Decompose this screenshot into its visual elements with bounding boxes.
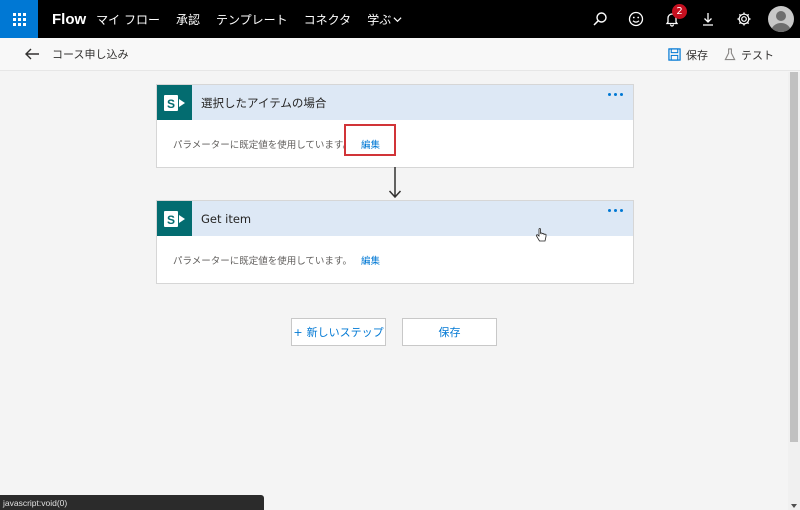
trigger-card-header[interactable]: S 選択したアイテムの場合 bbox=[157, 85, 633, 120]
connector-arrow-icon bbox=[388, 167, 402, 199]
action-card-body: パラメーターに既定値を使用しています。 編集 bbox=[157, 236, 633, 283]
back-arrow-icon bbox=[25, 48, 39, 60]
action-card: S Get item パラメーターに既定値を使用しています。 編集 bbox=[156, 200, 634, 284]
default-params-text: パラメーターに既定値を使用しています。 bbox=[173, 139, 352, 151]
new-step-button[interactable]: + 新しいステップ bbox=[291, 318, 386, 346]
more-options-icon[interactable] bbox=[608, 209, 623, 212]
highlight-box bbox=[344, 124, 396, 156]
scroll-down-arrow-icon[interactable] bbox=[791, 504, 797, 508]
search-button[interactable] bbox=[582, 0, 618, 38]
toolbar-test-button[interactable]: テスト bbox=[724, 47, 774, 63]
sharepoint-icon: S bbox=[157, 85, 192, 120]
nav-learn[interactable]: 学ぶ bbox=[367, 11, 402, 28]
avatar bbox=[768, 6, 794, 32]
nav-templates[interactable]: テンプレート bbox=[216, 11, 288, 28]
trigger-card-title: 選択したアイテムの場合 bbox=[201, 95, 327, 110]
trigger-card-body: パラメーターに既定値を使用しています。 編集 bbox=[157, 120, 633, 167]
nav-learn-label: 学ぶ bbox=[367, 12, 392, 27]
gear-icon bbox=[737, 12, 751, 26]
app-launcher-button[interactable] bbox=[0, 0, 38, 38]
save-icon bbox=[668, 48, 681, 61]
nav-my-flows[interactable]: マイ フロー bbox=[96, 11, 160, 28]
notifications-button[interactable]: 2 bbox=[654, 0, 690, 38]
toolbar-save-label: 保存 bbox=[686, 48, 708, 62]
svg-text:S: S bbox=[166, 213, 174, 227]
new-step-label: 新しいステップ bbox=[306, 326, 384, 339]
notification-badge: 2 bbox=[672, 4, 687, 19]
toolbar-save-button[interactable]: 保存 bbox=[668, 47, 708, 63]
hand-cursor-icon bbox=[535, 228, 547, 242]
settings-button[interactable] bbox=[726, 0, 762, 38]
chevron-down-icon bbox=[393, 16, 402, 22]
svg-text:S: S bbox=[166, 97, 174, 111]
download-icon bbox=[703, 13, 713, 26]
default-params-text: パラメーターに既定値を使用しています。 bbox=[173, 255, 352, 267]
toolbar-test-label: テスト bbox=[741, 48, 774, 62]
waffle-icon bbox=[12, 12, 26, 26]
vertical-scrollbar[interactable] bbox=[788, 72, 800, 510]
user-silhouette-icon bbox=[771, 11, 791, 32]
action-card-title: Get item bbox=[201, 211, 252, 226]
action-card-header[interactable]: S Get item bbox=[157, 201, 633, 236]
trigger-card: S 選択したアイテムの場合 パラメーターに既定値を使用しています。 編集 bbox=[156, 84, 634, 168]
sharepoint-icon: S bbox=[157, 201, 192, 236]
back-button[interactable] bbox=[22, 44, 42, 64]
download-button[interactable] bbox=[690, 0, 726, 38]
browser-status-bar: javascript:void(0) bbox=[0, 495, 264, 510]
nav-approvals[interactable]: 承認 bbox=[176, 11, 200, 28]
flow-toolbar: コース申し込み 保存 テスト bbox=[0, 38, 800, 71]
save-button[interactable]: 保存 bbox=[402, 318, 497, 346]
scrollbar-thumb[interactable] bbox=[790, 72, 798, 442]
feedback-button[interactable] bbox=[618, 0, 654, 38]
flask-icon bbox=[724, 48, 736, 61]
account-button[interactable] bbox=[762, 0, 800, 38]
top-bar: Flow マイ フロー 承認 テンプレート コネクタ 学ぶ 2 bbox=[0, 0, 800, 38]
flow-title: コース申し込み bbox=[52, 48, 129, 61]
smiley-icon bbox=[628, 11, 644, 27]
brand-logo[interactable]: Flow bbox=[52, 11, 86, 28]
more-options-icon[interactable] bbox=[608, 93, 623, 96]
search-icon bbox=[593, 12, 607, 26]
edit-link[interactable]: 編集 bbox=[361, 253, 380, 267]
nav-connectors[interactable]: コネクタ bbox=[304, 11, 352, 28]
plus-icon: + bbox=[293, 325, 303, 339]
